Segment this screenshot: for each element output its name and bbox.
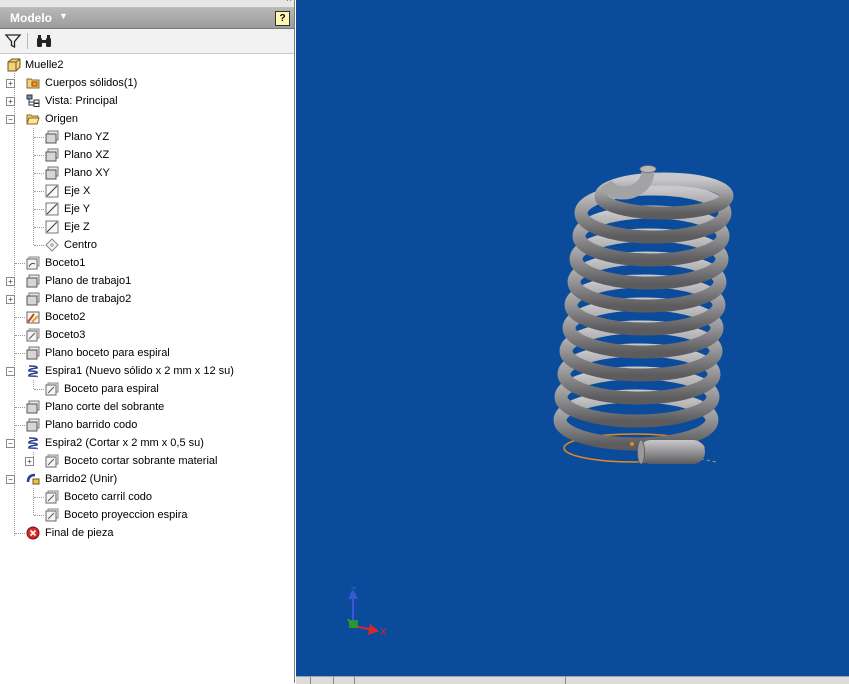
tree-item-label: Boceto3 — [45, 329, 86, 341]
spring-model[interactable] — [553, 165, 734, 465]
triad-origin — [349, 620, 358, 628]
plane-icon — [45, 148, 59, 162]
tree-item-label: Plano de trabajo2 — [45, 293, 132, 305]
coil-icon — [28, 365, 38, 378]
work-plane-icon — [26, 400, 40, 414]
tree-item-label: Plano boceto para espiral — [45, 347, 170, 359]
tree-item-label: Origen — [45, 113, 79, 125]
bottom-end-face — [637, 439, 645, 465]
tree-item-label: Espira1 (Nuevo sólido x 2 mm x 12 su) — [45, 365, 234, 377]
sweep-icon — [26, 473, 40, 485]
model-browser: × Modelo ▼ ? Muelle2 + — [0, 0, 295, 683]
tree-item-label: Boceto2 — [45, 311, 86, 323]
plane-icon — [45, 166, 59, 180]
filter-icon[interactable] — [4, 32, 22, 50]
3d-viewport[interactable]: Z X — [296, 0, 849, 676]
part-icon — [7, 58, 21, 72]
toolbar-separator — [27, 33, 28, 49]
x-axis-label: X — [380, 627, 387, 638]
expand-icon[interactable]: + — [6, 79, 15, 88]
tree-item-label: Plano YZ — [64, 131, 110, 143]
folder-icon — [26, 78, 40, 89]
center-point-icon — [45, 238, 59, 252]
tree-item-label: Cuerpos sólidos(1) — [45, 77, 138, 89]
sketch-point — [630, 442, 634, 446]
tree-item-label: Espira2 (Cortar x 2 mm x 0,5 su) — [45, 437, 204, 449]
work-plane-icon — [26, 346, 40, 360]
active-sketch-icon — [26, 311, 40, 324]
sketch-icon — [26, 328, 40, 342]
sketch-icon — [45, 382, 59, 396]
expand-icon[interactable]: + — [6, 277, 15, 286]
viewport-canvas[interactable]: Z X — [296, 0, 849, 676]
tree-item-label: Eje Y — [64, 203, 91, 215]
chevron-down-icon[interactable]: ▼ — [59, 11, 68, 21]
tree-item-label: Centro — [64, 239, 98, 251]
tree-item-label: Boceto cortar sobrante material — [64, 455, 218, 467]
axis-icon — [45, 202, 59, 216]
collapse-icon[interactable]: − — [6, 439, 15, 448]
tree-item-label: Plano corte del sobrante — [45, 401, 165, 413]
collapse-icon[interactable]: − — [6, 367, 15, 376]
binoculars-icon[interactable] — [35, 32, 53, 50]
tree-item-label: Boceto1 — [45, 257, 86, 269]
view-rep-icon — [26, 94, 40, 107]
browser-top-strip: × — [0, 0, 294, 8]
browser-title[interactable]: Modelo — [10, 11, 52, 25]
tree-item-label: Final de pieza — [45, 527, 114, 539]
sketch-icon — [45, 508, 59, 522]
axis-icon — [45, 184, 59, 198]
browser-header[interactable]: Modelo ▼ ? — [0, 8, 294, 29]
tree-item-label: Vista: Principal — [45, 95, 118, 107]
tree-item-label: Plano de trabajo1 — [45, 275, 132, 287]
collapse-icon[interactable]: − — [6, 115, 15, 124]
coil-icon — [28, 437, 38, 450]
spring-bottom-end — [639, 440, 705, 464]
browser-toolbar — [0, 29, 294, 54]
tree-item-label: Barrido2 (Unir) — [45, 473, 118, 485]
plane-icon — [45, 130, 59, 144]
work-plane-icon — [26, 418, 40, 432]
work-plane-icon — [26, 274, 40, 288]
sketch-icon — [45, 490, 59, 504]
sketch-icon — [45, 454, 59, 468]
hook-end-face — [639, 165, 657, 173]
collapse-icon[interactable]: − — [6, 475, 15, 484]
tree-item-label: Eje Z — [64, 221, 90, 233]
tree-item-label: Muelle2 — [25, 59, 64, 71]
tree-item-label: Boceto para espiral — [64, 383, 159, 395]
model-tree: Muelle2 + Cuerpos sólidos(1) + Vista: Pr… — [0, 56, 294, 676]
sketch-icon — [26, 256, 40, 270]
work-plane-icon — [26, 292, 40, 306]
expand-icon[interactable]: + — [6, 295, 15, 304]
open-folder-icon — [26, 114, 40, 125]
end-of-part-icon — [26, 526, 40, 540]
tree-item-label: Plano barrido codo — [45, 419, 138, 431]
expand-icon[interactable]: + — [6, 97, 15, 106]
close-icon[interactable]: × — [286, 0, 292, 5]
tree-item-label: Eje X — [64, 185, 91, 197]
tree-item-label: Boceto carril codo — [64, 491, 153, 503]
help-icon[interactable]: ? — [275, 11, 290, 26]
tree-item-label: Plano XZ — [64, 149, 110, 161]
axis-icon — [45, 220, 59, 234]
z-axis-label: Z — [350, 586, 356, 597]
x-axis-arrow — [368, 624, 379, 635]
tree-item-label: Boceto proyeccion espira — [64, 509, 188, 521]
tree-item-label: Plano XY — [64, 167, 110, 179]
expand-icon[interactable]: + — [25, 457, 34, 466]
view-triad[interactable]: Z X — [347, 586, 387, 638]
